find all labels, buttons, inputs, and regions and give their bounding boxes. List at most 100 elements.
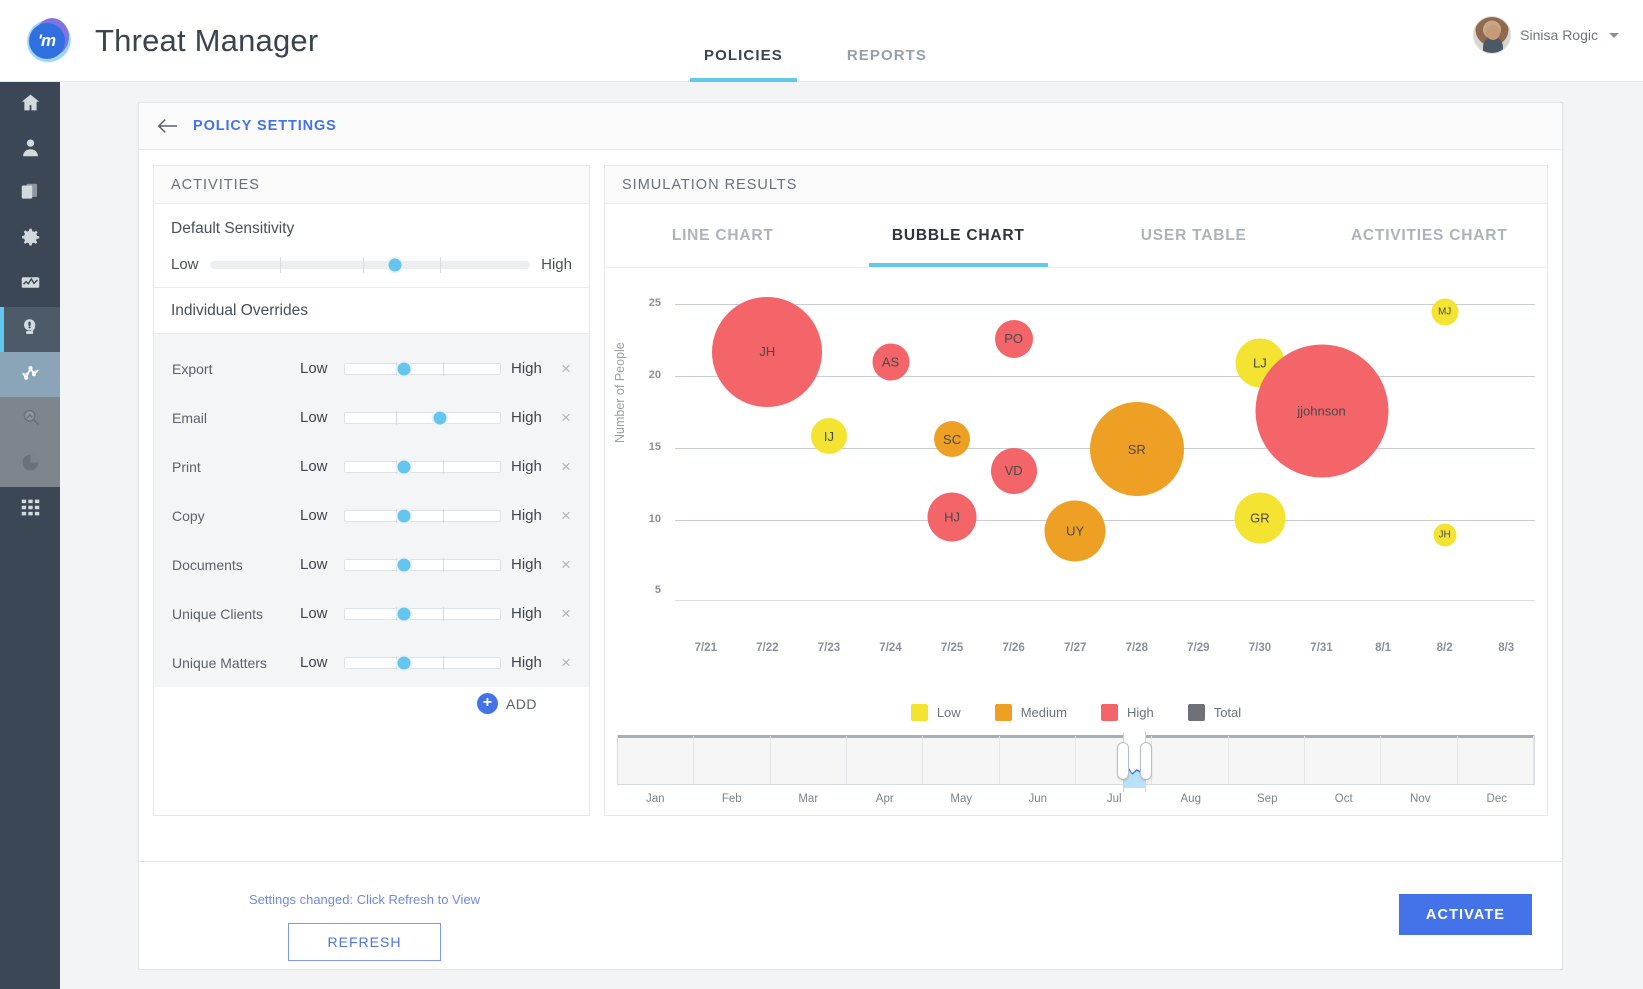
x-axis-tick: 7/30 xyxy=(1249,642,1271,654)
remove-override-icon[interactable]: × xyxy=(557,555,575,575)
range-month-label: Dec xyxy=(1487,793,1507,805)
bubble-point[interactable]: JH xyxy=(712,297,822,407)
override-high-label: High xyxy=(511,556,547,573)
range-cell[interactable] xyxy=(1305,736,1381,784)
override-slider[interactable] xyxy=(344,510,501,522)
override-slider[interactable] xyxy=(344,559,501,571)
override-low-label: Low xyxy=(300,556,334,573)
sidebar-item-users[interactable] xyxy=(0,127,60,172)
bubble-point[interactable]: IJ xyxy=(811,418,847,454)
sidebar-item-analytics[interactable] xyxy=(0,352,60,397)
tab-line-chart[interactable]: LINE CHART xyxy=(605,204,841,267)
legend-label: Medium xyxy=(1021,705,1067,720)
main-navigation: POLICIES REPORTS xyxy=(690,0,941,82)
nav-tab-policies[interactable]: POLICIES xyxy=(690,47,797,82)
magnifier-icon xyxy=(20,407,41,433)
range-cell[interactable] xyxy=(694,736,770,784)
sidebar-item-documents[interactable] xyxy=(0,172,60,217)
override-slider-knob[interactable] xyxy=(395,507,412,524)
sidebar-item-threats[interactable] xyxy=(0,307,60,352)
back-arrow-icon[interactable] xyxy=(157,117,179,135)
override-slider[interactable] xyxy=(344,608,501,620)
bubble-point[interactable]: GR xyxy=(1234,493,1285,544)
add-override-button[interactable]: + ADD xyxy=(154,687,589,736)
range-cell[interactable] xyxy=(847,736,923,784)
range-month-label: Feb xyxy=(722,793,742,805)
x-axis-tick: 7/29 xyxy=(1187,642,1209,654)
bubble-point[interactable]: SR xyxy=(1090,402,1184,496)
range-cell[interactable] xyxy=(923,736,999,784)
remove-override-icon[interactable]: × xyxy=(557,604,575,624)
bubble-point[interactable]: SC xyxy=(934,421,970,457)
range-cell[interactable] xyxy=(1000,736,1076,784)
x-axis-tick: 7/21 xyxy=(695,642,717,654)
default-sensitivity-knob[interactable] xyxy=(387,256,404,273)
remove-override-icon[interactable]: × xyxy=(557,408,575,428)
bubble-point[interactable]: MJ xyxy=(1431,298,1458,325)
range-handle-right[interactable] xyxy=(1140,742,1152,780)
bubble-chart[interactable]: Number of People 252015105JHASPOMJLJjjoh… xyxy=(605,268,1547,698)
bubble-point[interactable]: UY xyxy=(1045,501,1106,562)
remove-override-icon[interactable]: × xyxy=(557,653,575,673)
bubble-point[interactable]: PO xyxy=(995,320,1033,358)
sensitivity-high-label: High xyxy=(541,256,572,273)
override-slider-knob[interactable] xyxy=(395,556,412,573)
activate-button[interactable]: ACTIVATE xyxy=(1399,894,1532,935)
range-cell[interactable] xyxy=(1458,736,1534,784)
time-range-slider[interactable] xyxy=(617,735,1535,785)
override-low-label: Low xyxy=(300,458,334,475)
bubble-point[interactable]: JH xyxy=(1433,524,1456,547)
override-slider-knob[interactable] xyxy=(431,409,448,426)
override-name: Print xyxy=(172,459,290,475)
refresh-button[interactable]: REFRESH xyxy=(288,923,441,961)
analytics-line-icon xyxy=(20,362,41,388)
sidebar-item-grid[interactable] xyxy=(0,487,60,532)
legend-label: High xyxy=(1127,705,1154,720)
policy-settings-card: POLICY SETTINGS ACTIVITIES Default Sensi… xyxy=(138,102,1563,862)
bubble-point[interactable]: AS xyxy=(872,343,909,380)
override-slider[interactable] xyxy=(344,363,501,375)
legend-item[interactable]: Low xyxy=(911,704,961,721)
remove-override-icon[interactable]: × xyxy=(557,359,575,379)
range-cell[interactable] xyxy=(1381,736,1457,784)
bubble-point[interactable]: jjohnson xyxy=(1255,344,1388,477)
y-axis-tick: 5 xyxy=(633,584,661,596)
sidebar-item-reports-pie[interactable] xyxy=(0,442,60,487)
override-slider-knob[interactable] xyxy=(395,654,412,671)
bubble-point[interactable]: HJ xyxy=(928,492,977,541)
legend-item[interactable]: Medium xyxy=(995,704,1067,721)
override-slider-knob[interactable] xyxy=(395,360,412,377)
sidebar-item-settings[interactable] xyxy=(0,217,60,262)
bubble-point[interactable]: VD xyxy=(991,448,1037,494)
legend-item[interactable]: Total xyxy=(1188,704,1241,721)
breadcrumb[interactable]: POLICY SETTINGS xyxy=(193,118,337,134)
app-logo[interactable]: 'm xyxy=(0,16,95,66)
override-slider-knob[interactable] xyxy=(395,458,412,475)
nav-tab-reports[interactable]: REPORTS xyxy=(833,47,941,82)
range-handle-left[interactable] xyxy=(1117,742,1129,780)
range-cell[interactable] xyxy=(1229,736,1305,784)
simulation-results-title: SIMULATION RESULTS xyxy=(605,166,1547,204)
override-slider[interactable] xyxy=(344,461,501,473)
range-cell[interactable] xyxy=(1152,736,1228,784)
user-menu[interactable]: Sinisa Rogic xyxy=(1473,16,1619,54)
tab-activities-chart[interactable]: ACTIVITIES CHART xyxy=(1312,204,1548,267)
override-slider[interactable] xyxy=(344,657,501,669)
remove-override-icon[interactable]: × xyxy=(557,457,575,477)
user-icon xyxy=(20,137,41,163)
legend-item[interactable]: High xyxy=(1101,704,1154,721)
range-cell[interactable] xyxy=(771,736,847,784)
tab-user-table[interactable]: USER TABLE xyxy=(1076,204,1312,267)
range-month-label: Jul xyxy=(1107,793,1122,805)
override-slider[interactable] xyxy=(344,412,501,424)
default-sensitivity-slider[interactable] xyxy=(210,261,531,269)
sidebar-item-dashboard[interactable] xyxy=(0,262,60,307)
x-axis-tick: 8/1 xyxy=(1375,642,1391,654)
x-axis-tick: 7/22 xyxy=(756,642,778,654)
range-cell[interactable] xyxy=(618,736,694,784)
sidebar-item-search-analysis[interactable] xyxy=(0,397,60,442)
tab-bubble-chart[interactable]: BUBBLE CHART xyxy=(841,204,1077,267)
override-slider-knob[interactable] xyxy=(395,605,412,622)
remove-override-icon[interactable]: × xyxy=(557,506,575,526)
sidebar-item-home[interactable] xyxy=(0,82,60,127)
